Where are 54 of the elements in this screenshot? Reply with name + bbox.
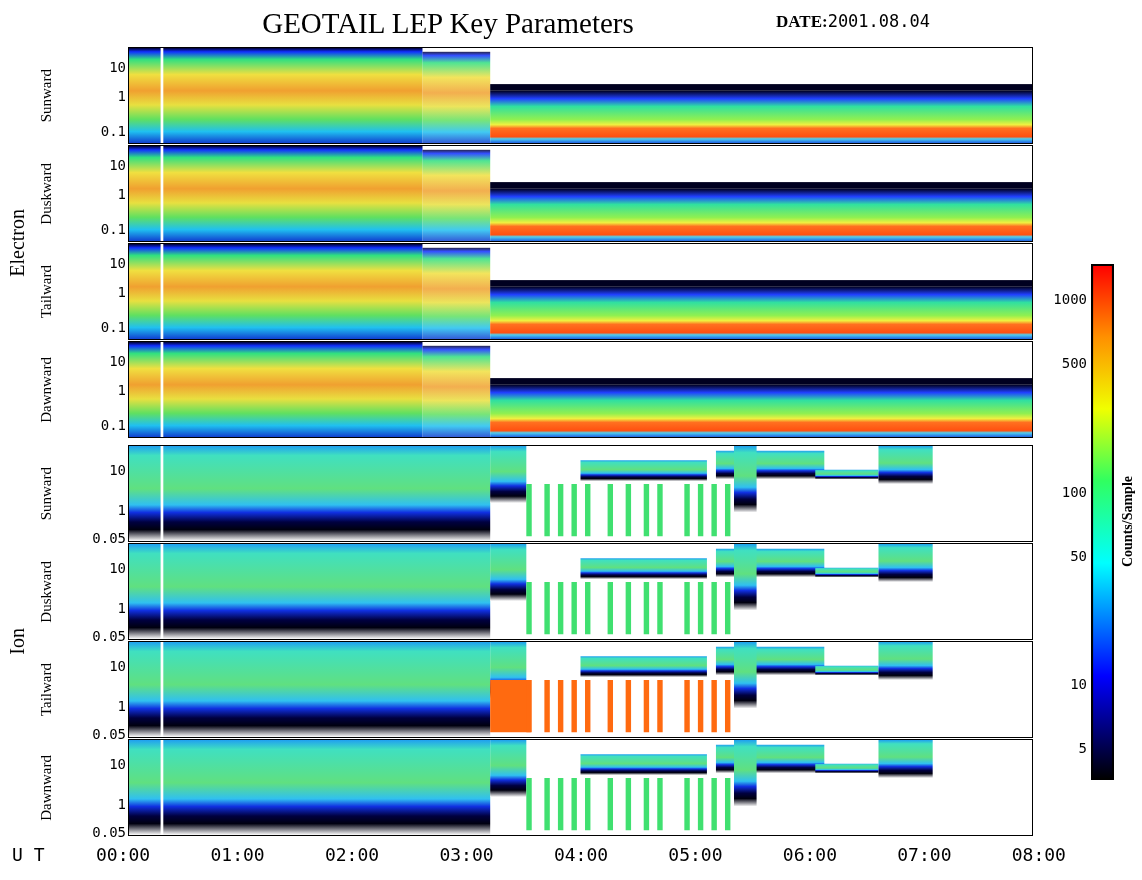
date-value: 2001.08.04: [827, 9, 930, 33]
group-label: Ion: [5, 627, 29, 655]
panel-label: Duskward: [36, 561, 55, 623]
panel-label: Dawnward: [36, 755, 55, 821]
axis-tick-label: 1: [117, 600, 126, 615]
axis-tick-label: 10: [109, 157, 126, 172]
colorbar-tick-label: 5: [1078, 741, 1087, 755]
colorbar-tick-label: 100: [1061, 485, 1087, 499]
axis-tick-label: 10: [109, 353, 126, 368]
axis-tick-label: 1: [117, 89, 126, 103]
axis-tick-label: 1: [117, 285, 126, 299]
axis-tick-label: 06:00: [782, 843, 837, 867]
axis-tick-label: 0.05: [92, 629, 126, 644]
axis-tick-label: 1: [117, 187, 126, 201]
colorbar-tick-label: 50: [1070, 549, 1087, 563]
axis-tick-label: 10: [109, 463, 126, 478]
colorbar-title: Counts/Sample: [1119, 476, 1136, 568]
panel-label: Sunward: [36, 69, 55, 123]
axis-tick-label: 1: [117, 383, 126, 397]
axis-tick-label: 02:00: [324, 843, 380, 867]
colorbar-tick-label: 1000: [1053, 292, 1087, 306]
panel-label: Dawnward: [36, 357, 55, 423]
panel-label: Tailward: [36, 265, 55, 319]
axis-tick-label: 0.1: [100, 124, 126, 139]
axis-tick-label: 1: [117, 796, 126, 811]
axis-tick-label: 1: [117, 698, 126, 713]
colorbar-tick-label: 10: [1070, 677, 1087, 691]
axis-tick-label: 0.1: [100, 418, 126, 433]
axis-tick-label: 08:00: [1011, 843, 1066, 867]
panel-label: Sunward: [36, 467, 55, 521]
axis-tick-label: 0.05: [92, 825, 126, 840]
date-label: DATE:: [776, 10, 828, 33]
panel-label: Tailward: [36, 663, 55, 717]
axis-tick-label: 05:00: [668, 843, 723, 867]
axis-tick-label: 04:00: [553, 843, 609, 867]
axis-tick-label: 1: [117, 502, 126, 517]
axis-tick-label: 10: [109, 255, 126, 270]
axis-tick-label: 03:00: [439, 843, 494, 867]
chart-title: GEOTAIL LEP Key Parameters: [261, 9, 635, 41]
axis-tick-label: 10: [109, 757, 126, 772]
colorbar-tick-label: 500: [1061, 356, 1087, 370]
axis-tick-label: 0.05: [92, 727, 126, 742]
axis-tick-label: 10: [109, 59, 126, 74]
panel-label: Duskward: [36, 163, 55, 225]
x-axis-label: U T: [11, 843, 46, 867]
axis-tick-label: 07:00: [897, 843, 952, 867]
axis-tick-label: 0.1: [100, 320, 126, 335]
group-label: Electron: [5, 209, 29, 277]
axis-tick-label: 0.1: [100, 222, 126, 237]
axis-tick-label: 10: [109, 561, 126, 576]
axis-tick-label: 0.05: [92, 531, 126, 546]
axis-tick-label: 10: [109, 659, 126, 674]
axis-tick-label: 00:00: [96, 843, 151, 867]
axis-tick-label: 01:00: [210, 843, 265, 867]
